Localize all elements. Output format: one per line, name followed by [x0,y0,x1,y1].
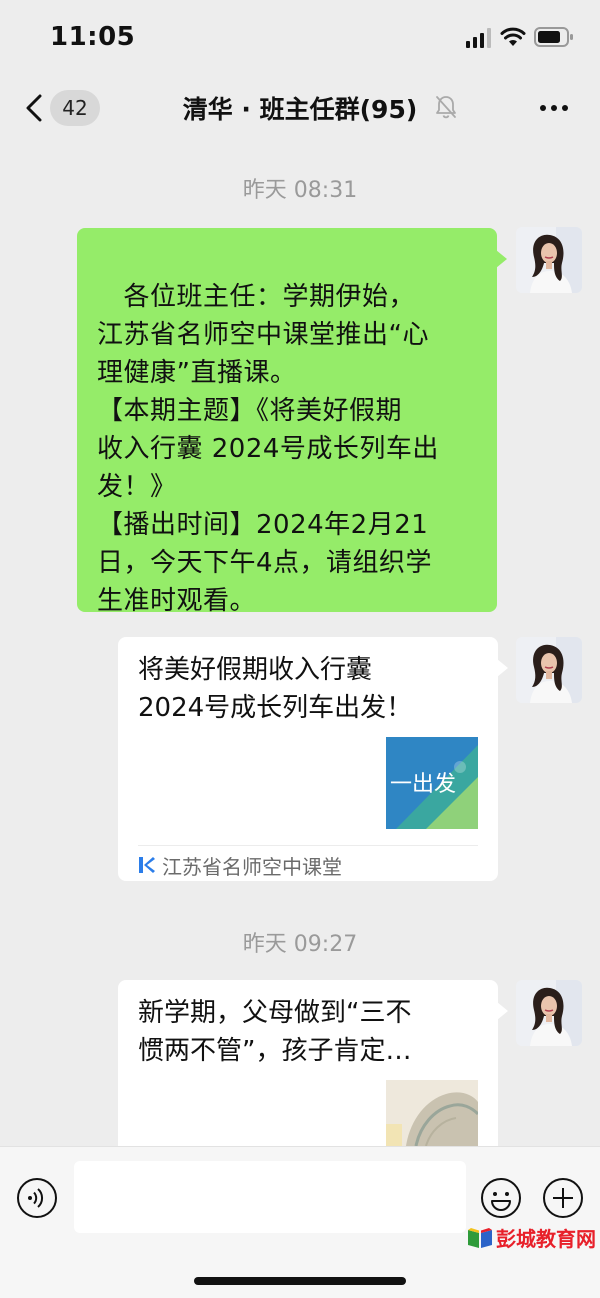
wifi-icon [500,27,526,46]
divider [138,845,478,846]
more-dots-icon [540,105,546,111]
watermark: 彭城教育网 [466,1222,596,1252]
battery-icon [534,27,573,47]
avatar-image [516,227,582,293]
link-card-thumbnail: 一出发 [386,737,478,829]
text-message-bubble[interactable]: 各位班主任：学期伊始， 江苏省名师空中课堂推出“心 理健康”直播课。 【本期主题… [77,228,507,616]
link-card-title-line: 2024号成长列车出发！ [138,693,413,723]
message-text-line: 各位班主任：学期伊始， [97,282,416,312]
avatar-image [516,980,582,1046]
link-card-title-line: 新学期，父母做到“三不 [138,998,412,1028]
avatar[interactable] [516,227,582,293]
plus-icon[interactable] [542,1177,584,1219]
watermark-text: 彭城教育网 [496,1227,596,1251]
book-logo-icon [468,1228,492,1248]
status-time: 11:05 [50,22,136,52]
link-card-title-line: 惯两不管”，孩子肯定… [138,1036,412,1066]
voice-icon[interactable] [16,1177,58,1219]
message-text-line: 日，今天下午4点，请组织学 [97,548,433,578]
link-card-thumbnail [386,1080,478,1146]
k-logo-icon [139,857,155,873]
source-name: 江苏省名师空中课堂 [162,855,342,879]
bell-slash-icon [436,96,456,119]
home-indicator [194,1277,406,1285]
chat-title: 清华 · 班主任群(95) [182,95,418,124]
message-text-line: 江苏省名师空中课堂推出“心 [97,320,429,350]
message-timestamp: 昨天 08:31 [242,178,358,203]
message-text-line: 生准时观看。 [97,586,257,616]
link-card[interactable]: 新学期，父母做到“三不 惯两不管”，孩子肯定… [118,980,508,1146]
more-options-button[interactable] [534,94,574,120]
avatar[interactable] [516,637,582,703]
status-bar: 11:05 [0,0,600,72]
thumbnail-text: 一出发 [390,772,456,797]
avatar[interactable] [516,980,582,1046]
link-card-title: 将美好假期收入行囊 2024号成长列车出发！ [138,651,468,727]
link-card[interactable]: 将美好假期收入行囊 2024号成长列车出发！ 一出发 江苏省名师空中课堂 [118,637,508,881]
message-text-line: 收入行囊 2024号成长列车出 [97,434,439,464]
message-text-line: 【播出时间】2024年2月21 [97,510,429,540]
link-card-title: 新学期，父母做到“三不 惯两不管”，孩子肯定… [138,994,468,1070]
message-input[interactable] [74,1161,466,1233]
emoji-icon[interactable] [480,1177,522,1219]
message-timestamp: 昨天 09:27 [242,932,358,957]
avatar-image [516,637,582,703]
signal-icon [466,28,491,48]
chat-header: 42 清华 · 班主任群(95) [0,72,600,142]
message-text-line: 发！》 [97,472,177,502]
message-text-line: 理健康”直播课。 [97,358,297,388]
message-text-line: 【本期主题】《将美好假期 [97,396,403,426]
link-card-title-line: 将美好假期收入行囊 [138,655,373,685]
